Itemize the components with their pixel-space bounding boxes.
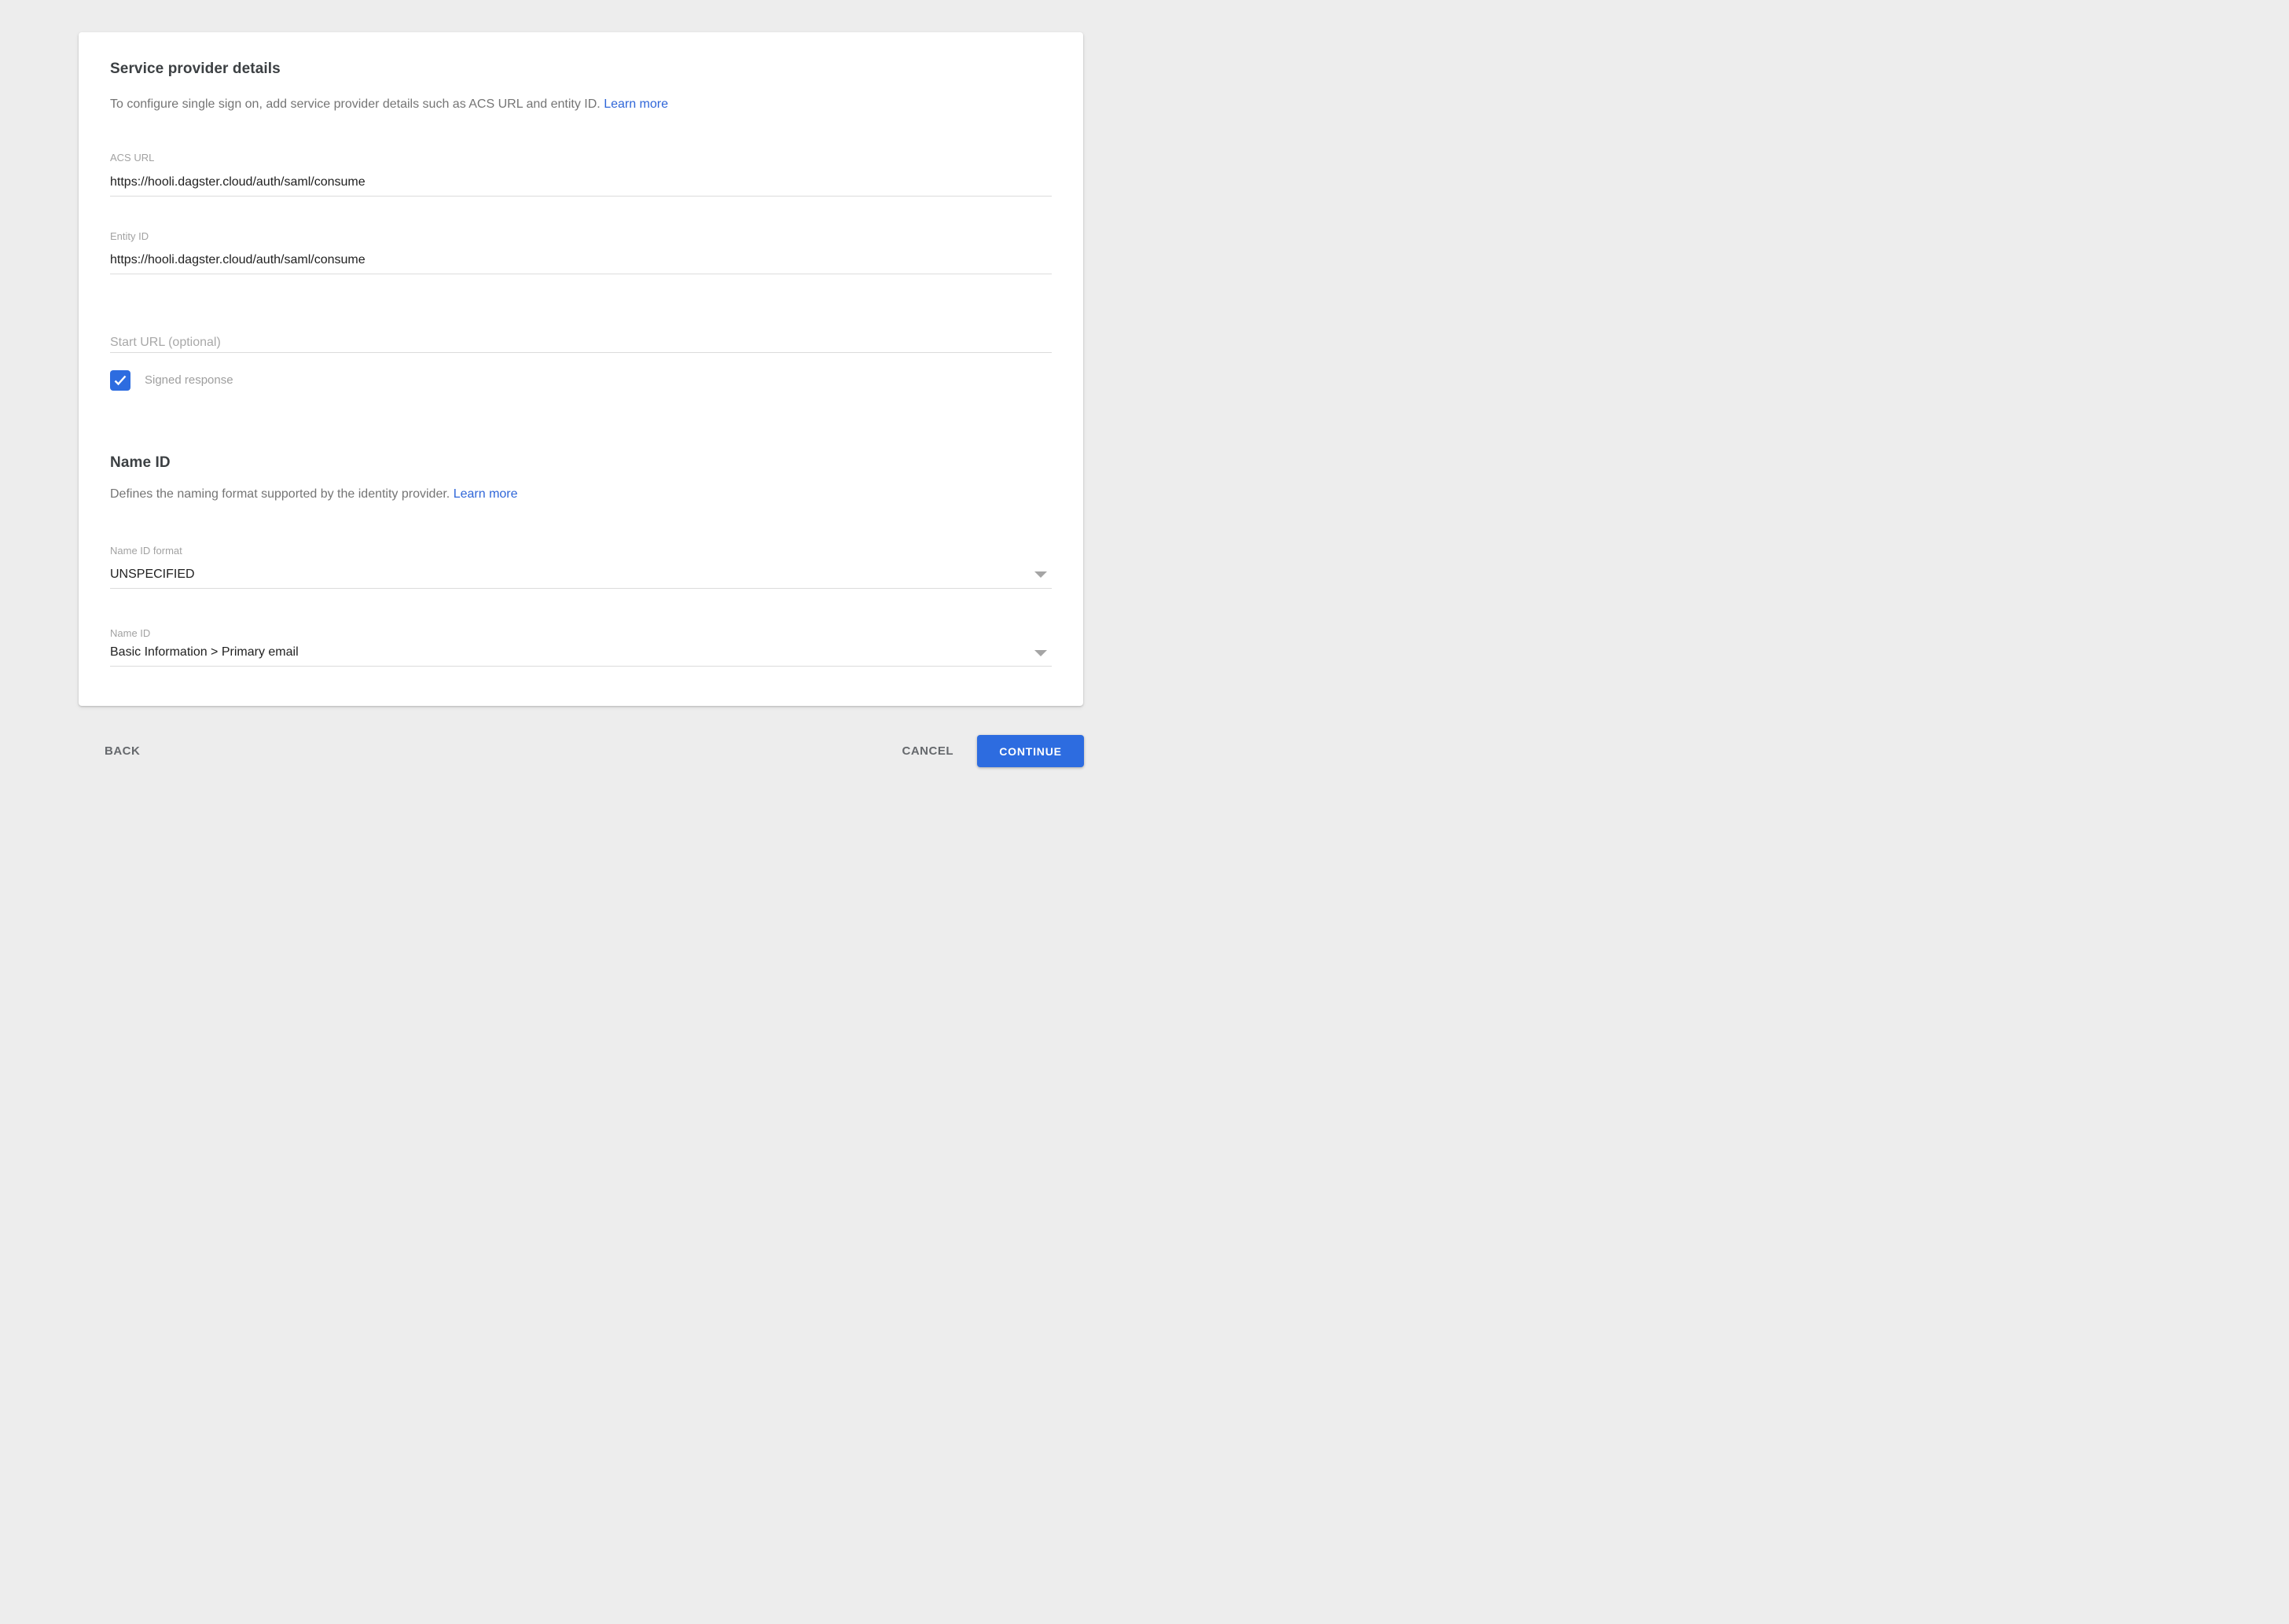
learn-more-link-service-provider[interactable]: Learn more (604, 97, 668, 111)
service-provider-details-title: Service provider details (110, 61, 281, 78)
acs-url-label: ACS URL (110, 152, 154, 164)
signed-response-label: Signed response (145, 373, 233, 388)
name-id-format-underline (110, 588, 1052, 589)
name-id-underline (110, 666, 1052, 667)
continue-button[interactable]: CONTINUE (977, 735, 1084, 767)
page: Service provider details To configure si… (0, 0, 1144, 812)
entity-id-label: Entity ID (110, 231, 149, 242)
name-id-format-label: Name ID format (110, 546, 182, 557)
name-id-description: Defines the naming format supported by t… (110, 486, 518, 503)
name-id-value: Basic Information > Primary email (110, 644, 299, 661)
service-provider-description-text: To configure single sign on, add service… (110, 97, 601, 111)
start-url-underline (110, 352, 1052, 353)
name-id-description-text: Defines the naming format supported by t… (110, 487, 450, 501)
checkmark-icon (114, 375, 127, 386)
start-url-input[interactable]: Start URL (optional) (110, 334, 221, 351)
cancel-button[interactable]: CANCEL (902, 744, 954, 758)
dropdown-arrow-icon[interactable] (1034, 650, 1047, 656)
entity-id-input[interactable]: https://hooli.dagster.cloud/auth/saml/co… (110, 252, 366, 269)
service-provider-description: To configure single sign on, add service… (110, 96, 668, 113)
signed-response-checkbox[interactable] (110, 370, 130, 391)
dropdown-arrow-icon[interactable] (1034, 571, 1047, 578)
acs-url-underline (110, 196, 1052, 197)
name-id-format-value: UNSPECIFIED (110, 566, 195, 583)
service-provider-details-card: Service provider details To configure si… (79, 32, 1083, 706)
name-id-section-title: Name ID (110, 454, 171, 472)
back-button[interactable]: BACK (105, 744, 140, 758)
learn-more-link-name-id[interactable]: Learn more (454, 487, 518, 501)
acs-url-input[interactable]: https://hooli.dagster.cloud/auth/saml/co… (110, 174, 366, 191)
wizard-footer: BACK CANCEL CONTINUE (79, 735, 1084, 767)
name-id-label: Name ID (110, 628, 150, 639)
